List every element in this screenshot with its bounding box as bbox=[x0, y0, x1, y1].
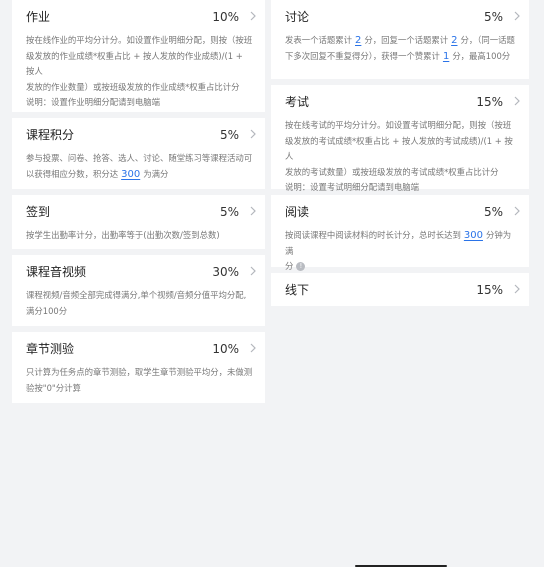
homework-title: 作业 bbox=[26, 10, 51, 24]
checkin-card[interactable]: 签到 5% 按学生出勤率计分，出勤率等于(出勤次数/签到总数) bbox=[12, 195, 265, 249]
chevron-right-icon[interactable] bbox=[247, 265, 259, 277]
chevron-right-icon[interactable] bbox=[511, 10, 523, 22]
desc-line: 验按"0"分计算 bbox=[26, 382, 81, 393]
desc-line: 级发放的作业成绩*权重占比 + 按人发放的作业成绩)/(1 + 按人 bbox=[26, 50, 243, 77]
desc-line: 发表一个话题累计 2 分，回复一个话题累计 2 分，（同一话题 bbox=[285, 33, 517, 49]
reading-minutes-value[interactable]: 300 bbox=[461, 230, 486, 241]
homework-percent: 10% bbox=[212, 9, 239, 24]
desc-line: 说明：设置考试明细分配请到电脑端 bbox=[285, 182, 419, 192]
exam-description: 按在线考试的平均分计分。如设置考试明细分配，则按（按班 级发放的考试成绩*权重占… bbox=[285, 118, 517, 196]
desc-line: 发放的作业数量）或按班级发放的作业成绩*权重占比计分 bbox=[26, 81, 240, 92]
checkin-header: 签到 5% bbox=[26, 195, 253, 228]
reading-title: 阅读 bbox=[285, 205, 310, 219]
video-percent: 30% bbox=[212, 264, 239, 279]
chevron-right-icon[interactable] bbox=[247, 10, 259, 22]
offline-card[interactable]: 线下 15% bbox=[271, 273, 529, 567]
info-icon[interactable]: ! bbox=[296, 262, 306, 271]
checkin-percent: 5% bbox=[219, 204, 239, 219]
desc-line: 按在线作业的平均分计分。如设置作业明细分配，则按（按班 bbox=[26, 35, 253, 45]
homework-description: 按在线作业的平均分计分。如设置作业明细分配，则按（按班 级发放的作业成绩*权重占… bbox=[26, 33, 253, 111]
desc-text: 为满分 bbox=[143, 168, 169, 179]
reading-percent: 5% bbox=[483, 204, 503, 219]
desc-line: 满分100分 bbox=[26, 305, 68, 316]
desc-line: 课程视频/音频全部完成得满分,单个视频/音频分值平均分配, bbox=[26, 290, 247, 300]
discussion-description: 发表一个话题累计 2 分，回复一个话题累计 2 分，（同一话题 下多次回复不重复得分），… bbox=[285, 33, 517, 64]
offline-title: 线下 bbox=[285, 283, 310, 297]
offline-percent: 15% bbox=[476, 282, 503, 297]
video-card[interactable]: 课程音视频 30% 课程视频/音频全部完成得满分,单个视频/音频分值平均分配, … bbox=[12, 255, 265, 326]
checkin-description: 按学生出勤率计分，出勤率等于(出勤次数/签到总数) bbox=[26, 230, 220, 240]
desc-line: 下多次回复不重复得分），获得一个赞累计 1 分，最高100分 bbox=[285, 49, 517, 65]
discussion-title: 讨论 bbox=[285, 10, 310, 24]
reply-points-value[interactable]: 2 bbox=[448, 35, 460, 46]
desc-text: 发表一个话题累计 bbox=[285, 35, 352, 45]
desc-text: 分 bbox=[285, 261, 294, 271]
desc-text: 分，（同一话题 bbox=[460, 35, 515, 45]
chevron-right-icon[interactable] bbox=[511, 283, 523, 295]
quiz-header: 章节测验 10% bbox=[26, 332, 253, 365]
discussion-card[interactable]: 讨论 5% 发表一个话题累计 2 分，回复一个话题累计 2 分，（同一话题 下多次回复不… bbox=[271, 0, 529, 79]
discussion-header: 讨论 5% bbox=[285, 0, 517, 33]
desc-line: 按在线考试的平均分计分。如设置考试明细分配，则按（按班 bbox=[285, 120, 512, 130]
quiz-description: 只计算为任务点的章节测验，取学生章节测验平均分，未做测 验按"0"分计算 bbox=[26, 365, 253, 396]
reading-card[interactable]: 阅读 5% 按阅读课程中阅读材料的时长计分，总时长达到 300 分钟为满 分! bbox=[271, 195, 529, 271]
course-points-title: 课程积分 bbox=[26, 128, 75, 142]
reading-header: 阅读 5% bbox=[285, 195, 517, 228]
exam-header: 考试 15% bbox=[285, 85, 517, 118]
desc-line: 参与投票、问卷、抢答、选人、讨论、随堂练习等课程活动可 bbox=[26, 153, 253, 163]
quiz-title: 章节测验 bbox=[26, 342, 75, 356]
chevron-right-icon[interactable] bbox=[247, 342, 259, 354]
checkin-title: 签到 bbox=[26, 205, 51, 219]
course-points-card[interactable]: 课程积分 5% 参与投票、问卷、抢答、选人、讨论、随堂练习等课程活动可 以获得相… bbox=[12, 118, 265, 189]
offline-header: 线下 15% bbox=[285, 273, 517, 306]
exam-title: 考试 bbox=[285, 95, 310, 109]
desc-text: 按阅读课程中阅读材料的时长计分，总时长达到 bbox=[285, 230, 461, 240]
video-title: 课程音视频 bbox=[26, 265, 87, 279]
exam-card[interactable]: 考试 15% 按在线考试的平均分计分。如设置考试明细分配，则按（按班 级发放的考… bbox=[271, 85, 529, 192]
desc-line: 级发放的考试成绩*权重占比 + 按人发放的考试成绩)/(1 + 按人 bbox=[285, 135, 513, 162]
desc-line: 按阅读课程中阅读材料的时长计分，总时长达到 300 分钟为满 bbox=[285, 228, 517, 259]
quiz-card[interactable]: 章节测验 10% 只计算为任务点的章节测验，取学生章节测验平均分，未做测 验按"… bbox=[12, 332, 265, 403]
course-points-header: 课程积分 5% bbox=[26, 118, 253, 151]
desc-text: 以获得相应分数，积分达 bbox=[26, 168, 119, 179]
desc-line: 只计算为任务点的章节测验，取学生章节测验平均分，未做测 bbox=[26, 367, 253, 377]
like-points-value[interactable]: 1 bbox=[440, 51, 452, 62]
points-threshold-value[interactable]: 300 bbox=[118, 169, 143, 180]
course-points-percent: 5% bbox=[219, 127, 239, 142]
desc-text: 分，回复一个话题累计 bbox=[364, 35, 449, 45]
quiz-percent: 10% bbox=[212, 341, 239, 356]
video-header: 课程音视频 30% bbox=[26, 255, 253, 288]
reading-description: 按阅读课程中阅读材料的时长计分，总时长达到 300 分钟为满 分! bbox=[285, 228, 517, 275]
desc-text: 下多次回复不重复得分），获得一个赞累计 bbox=[285, 50, 440, 61]
desc-text: 分，最高100分 bbox=[452, 50, 511, 61]
course-points-description: 参与投票、问卷、抢答、选人、讨论、随堂练习等课程活动可 以获得相应分数，积分达 3… bbox=[26, 151, 253, 182]
desc-line: 以获得相应分数，积分达 300 为满分 bbox=[26, 167, 253, 183]
video-description: 课程视频/音频全部完成得满分,单个视频/音频分值平均分配, 满分100分 bbox=[26, 288, 253, 319]
desc-line: 说明：设置作业明细分配请到电脑端 bbox=[26, 97, 160, 107]
chevron-right-icon[interactable] bbox=[247, 128, 259, 140]
desc-line: 发放的考试数量）或按班级发放的考试成绩*权重占比计分 bbox=[285, 166, 499, 177]
chevron-right-icon[interactable] bbox=[511, 205, 523, 217]
exam-percent: 15% bbox=[476, 94, 503, 109]
discussion-percent: 5% bbox=[483, 9, 503, 24]
topic-points-value[interactable]: 2 bbox=[352, 35, 364, 46]
chevron-right-icon[interactable] bbox=[247, 205, 259, 217]
left-column: 作业 10% 按在线作业的平均分计分。如设置作业明细分配，则按（按班 级发放的作… bbox=[12, 0, 265, 409]
homework-header: 作业 10% bbox=[26, 0, 253, 33]
chevron-right-icon[interactable] bbox=[511, 95, 523, 107]
right-column: 讨论 5% 发表一个话题累计 2 分，回复一个话题累计 2 分，（同一话题 下多次回复不… bbox=[271, 0, 529, 567]
homework-card[interactable]: 作业 10% 按在线作业的平均分计分。如设置作业明细分配，则按（按班 级发放的作… bbox=[12, 0, 265, 112]
